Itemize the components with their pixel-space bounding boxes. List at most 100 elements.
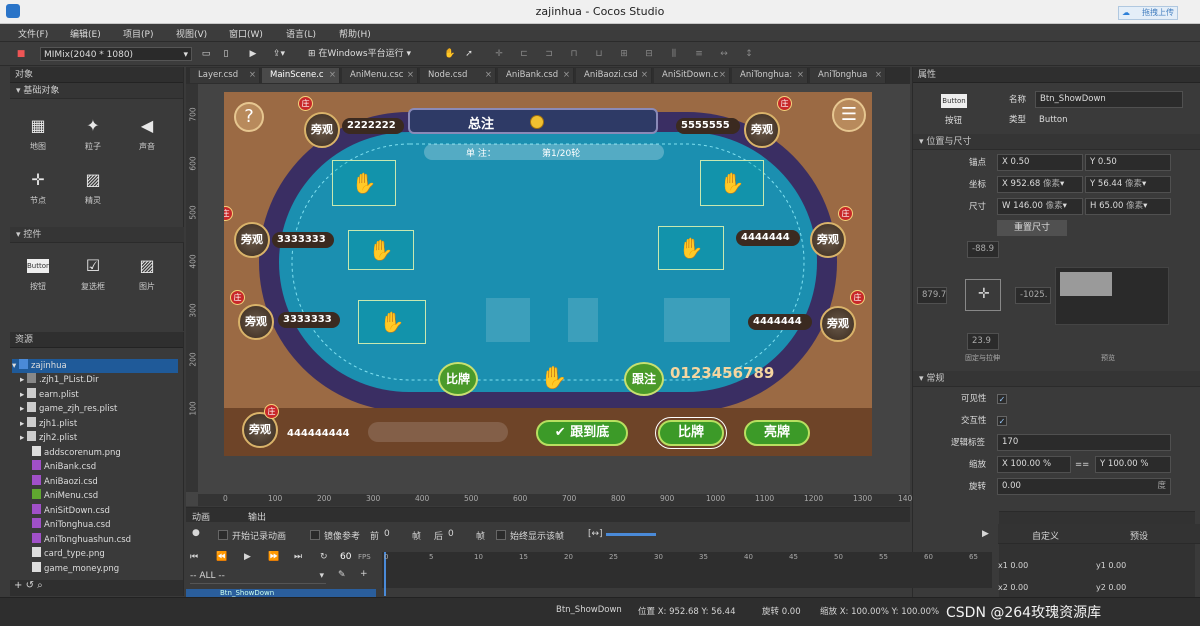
close-icon[interactable]: × <box>329 68 336 83</box>
add-icon[interactable]: + <box>14 580 22 591</box>
pencil-icon[interactable]: ✎ <box>338 570 346 580</box>
tree-item[interactable]: ▸ game_zjh_res.plist <box>20 402 117 416</box>
menu-edit[interactable]: 编辑(E) <box>70 27 101 40</box>
button-item[interactable]: Button 按钮 <box>18 255 58 292</box>
close-icon[interactable]: × <box>485 68 492 83</box>
tree-item[interactable]: AniBank.csd <box>32 460 96 474</box>
tab-animenu[interactable]: AniMenu.csc × <box>342 68 418 83</box>
last-frame-icon[interactable]: ⏭ <box>294 552 302 562</box>
link-toggle[interactable]: == <box>1075 457 1089 473</box>
player-avatar[interactable]: 旁观 <box>238 304 274 340</box>
close-icon[interactable]: × <box>875 68 882 83</box>
tab-anitonghuashun[interactable]: AniTonghua × <box>810 68 886 83</box>
close-icon[interactable]: × <box>563 68 570 83</box>
record-checkbox[interactable] <box>218 530 228 540</box>
map-item[interactable]: ▦ 地图 <box>18 115 58 152</box>
position-size-header[interactable]: ▾ 位置与尺寸 <box>913 134 1200 150</box>
margin-top-input[interactable]: -88.9 <box>967 241 999 258</box>
general-header[interactable]: ▾ 常规 <box>913 371 1200 387</box>
tag-input[interactable]: 170 <box>997 434 1171 451</box>
tree-item[interactable]: ▸ zjh2.plist <box>20 431 77 445</box>
node-filter-select[interactable]: -- ALL -- ▾ <box>190 571 326 584</box>
close-icon[interactable]: × <box>719 68 726 83</box>
select-icon[interactable]: ➚ <box>462 47 476 61</box>
loop-icon[interactable]: ↻ <box>320 552 328 562</box>
anchor-y-input[interactable]: Y 0.50 <box>1085 154 1171 171</box>
tab-anibaozi[interactable]: AniBaozi.csd × <box>576 68 652 83</box>
fps-value[interactable]: 60 <box>340 552 351 562</box>
visible-checkbox[interactable]: ✓ <box>997 394 1007 404</box>
follow-round-button[interactable]: 跟注 <box>624 362 664 396</box>
same-width-icon[interactable]: ↔ <box>717 47 731 61</box>
tab-anibank[interactable]: AniBank.csd × <box>498 68 574 83</box>
distribute-v-icon[interactable]: ≡ <box>692 47 706 61</box>
height-input[interactable]: H 65.00 像素▾ <box>1085 198 1171 215</box>
preset-tab[interactable]: 预设 <box>1130 529 1148 542</box>
tree-item[interactable]: game_money.png <box>32 562 119 576</box>
prev-frame-icon[interactable]: ⏪ <box>216 552 227 562</box>
anchor-widget[interactable]: ✛ <box>965 279 1001 311</box>
record-icon[interactable]: ● <box>192 528 200 538</box>
export-icon[interactable]: ⇪▾ <box>268 47 290 61</box>
help-button[interactable]: ? <box>234 102 264 132</box>
align-center-icon[interactable]: ✛ <box>492 47 506 61</box>
align-right-icon[interactable]: ⊓ <box>567 47 581 61</box>
scale-x-input[interactable]: X 100.00 % <box>997 456 1071 473</box>
show-cards-button[interactable]: 亮牌 <box>744 420 810 446</box>
margin-bottom-input[interactable]: 23.9 <box>967 333 999 350</box>
onion-checkbox[interactable] <box>310 530 320 540</box>
player-avatar[interactable]: 旁观 <box>304 112 340 148</box>
play-timeline-icon[interactable]: ▶ <box>982 529 989 539</box>
zoom-icon[interactable]: [↔] <box>588 529 603 539</box>
tab-mainscene[interactable]: MainScene.c × <box>262 68 340 83</box>
menu-window[interactable]: 窗口(W) <box>229 27 263 40</box>
follow-all-button[interactable]: ✔ 跟到底 <box>536 420 628 446</box>
node-item[interactable]: ✛ 节点 <box>18 169 58 206</box>
tab-anisitdown[interactable]: AniSitDown.c × <box>654 68 730 83</box>
menu-file[interactable]: 文件(F) <box>18 27 48 40</box>
close-icon[interactable]: × <box>249 68 256 83</box>
landscape-icon[interactable]: ▭ <box>199 47 213 61</box>
tree-item[interactable]: AniTonghua.csd <box>32 518 110 532</box>
game-scene[interactable]: 总注 单 注： 第1/20轮 ? ☰ 旁观 庄 2222222 旁观 庄 555… <box>224 92 872 456</box>
player-avatar[interactable]: 旁观 <box>810 222 846 258</box>
particle-item[interactable]: ✦ 粒子 <box>73 115 113 152</box>
align-top-icon[interactable]: ⊔ <box>592 47 606 61</box>
tree-item[interactable]: ▸ zjh1.plist <box>20 417 77 431</box>
tree-item[interactable]: AniBaozi.csd <box>32 475 98 489</box>
tab-layer[interactable]: Layer.csd × <box>190 68 260 83</box>
upload-button[interactable]: ☁ 拖拽上传 <box>1118 6 1178 20</box>
close-icon[interactable]: × <box>641 68 648 83</box>
tree-item[interactable]: AniMenu.csd <box>32 489 98 503</box>
align-hcenter-icon[interactable]: ⊐ <box>542 47 556 61</box>
interactive-checkbox[interactable]: ✓ <box>997 416 1007 426</box>
tree-item[interactable]: AniTonghuashun.csd <box>32 533 131 547</box>
align-bottom-icon[interactable]: ⊟ <box>642 47 656 61</box>
same-height-icon[interactable]: ↕ <box>742 47 756 61</box>
player-avatar[interactable]: 旁观 <box>820 306 856 342</box>
tree-item[interactable]: card_type.png <box>32 547 105 561</box>
refresh-icon[interactable]: ↺ <box>26 580 34 591</box>
width-input[interactable]: W 146.00 像素▾ <box>997 198 1083 215</box>
prev-frames-value[interactable]: 0 <box>384 529 390 539</box>
tree-item-root[interactable]: ▾ zajinhua <box>12 359 178 373</box>
tab-node[interactable]: Node.csd × <box>420 68 496 83</box>
custom-tab[interactable]: 自定义 <box>1032 529 1059 542</box>
output-tab[interactable]: 输出 <box>248 510 266 523</box>
run-platform-button[interactable]: ⊞ 在Windows平台运行 ▾ <box>308 47 430 61</box>
controls-header[interactable]: ▾ 控件 <box>10 227 184 243</box>
margin-left-input[interactable]: 879.7 <box>917 287 947 304</box>
pos-y-input[interactable]: Y 56.44 像素▾ <box>1085 176 1171 193</box>
tree-item[interactable]: AniSitDown.csd <box>32 504 110 518</box>
next-frame-icon[interactable]: ⏩ <box>268 552 279 562</box>
checkbox-item[interactable]: ☑ 复选框 <box>73 255 113 292</box>
align-vcenter-icon[interactable]: ⊞ <box>617 47 631 61</box>
compare-round-button[interactable]: 比牌 <box>438 362 478 396</box>
basic-objects-header[interactable]: ▾ 基础对象 <box>10 83 183 99</box>
sprite-item[interactable]: ▨ 精灵 <box>73 169 113 206</box>
pos-x-input[interactable]: X 952.68 像素▾ <box>997 176 1083 193</box>
animation-tab[interactable]: 动画 <box>192 510 210 523</box>
track-row[interactable]: Btn_ShowDown <box>186 589 376 597</box>
margin-right-input[interactable]: -1025. <box>1015 287 1051 304</box>
image-item[interactable]: ▨ 图片 <box>127 255 167 292</box>
